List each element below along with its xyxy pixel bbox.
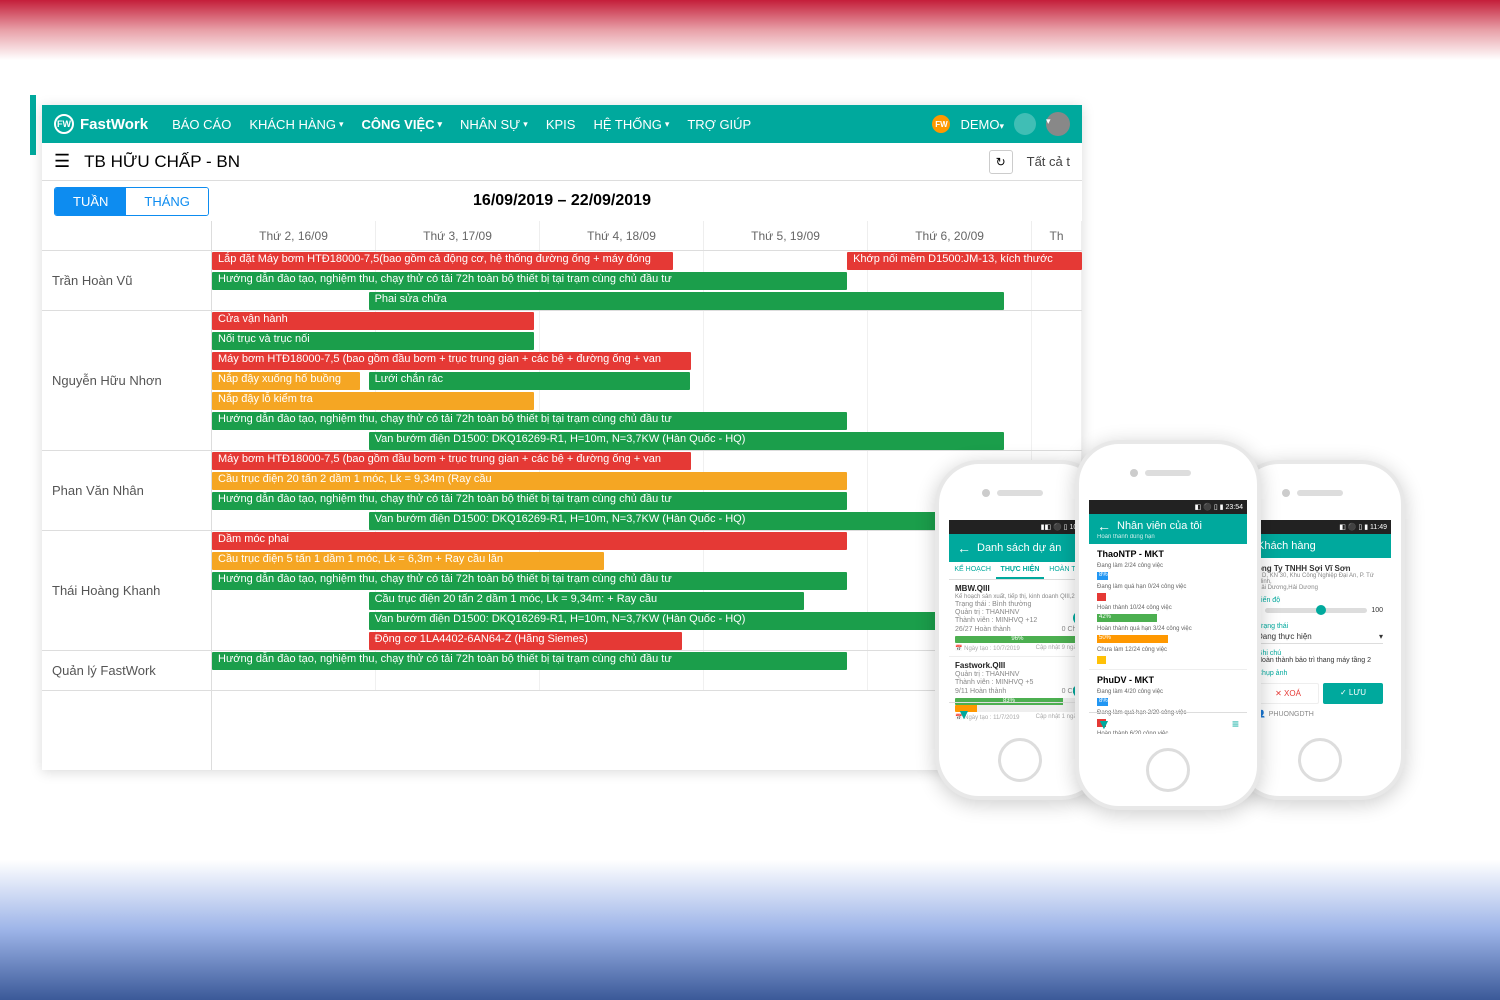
day-header: Th	[1032, 221, 1082, 250]
demo-dropdown[interactable]: DEMO	[960, 117, 1004, 132]
week-tab[interactable]: TUẦN	[55, 188, 126, 215]
phone-title: Danh sách dự án	[977, 542, 1061, 554]
brand-name: FastWork	[80, 116, 148, 133]
refresh-button[interactable]: ↻	[989, 150, 1013, 174]
day-header: Thứ 2, 16/09	[212, 221, 376, 250]
status-bar: ◧ ⚫ ▯ ▮ 23:54	[1089, 500, 1247, 514]
gantt-task[interactable]: Hướng dẫn đào tạo, nghiệm thu, chạy thử …	[212, 652, 847, 670]
menu-công việc[interactable]: CÔNG VIỆC	[362, 117, 443, 132]
photo-label[interactable]: Chụp ảnh	[1257, 670, 1383, 677]
phone-header: ← Nhân viên của tôi Hoàn thành đúng hạn	[1089, 514, 1247, 544]
menu-hệ thống[interactable]: HỆ THỐNG	[593, 117, 669, 132]
phone-header: ← Danh sách dự án	[949, 534, 1091, 562]
resource-row: Trần Hoàn Vũ	[42, 251, 211, 311]
gantt-task[interactable]: Dầm móc phai	[212, 532, 847, 550]
menu-trợ giúp[interactable]: TRỢ GIÚP	[687, 117, 751, 132]
status-select[interactable]: Đang thực hiện▾	[1257, 630, 1383, 644]
day-header: Thứ 6, 20/09	[868, 221, 1032, 250]
gantt-task[interactable]: Hướng dẫn đào tạo, nghiệm thu, chạy thử …	[212, 272, 847, 290]
sub-header: ☰ TB HỮU CHẤP - BN ↻ Tất cả t	[42, 143, 1082, 181]
filter-dropdown[interactable]: Tất cả t	[1027, 154, 1070, 169]
filter-icon[interactable]: ▼	[957, 706, 971, 722]
toolbar: TUẦN THÁNG 16/09/2019 – 22/09/2019	[42, 181, 1082, 221]
company-address: ô D, KN 30, Khu Công Nghiệp Đại An, P. T…	[1257, 573, 1383, 591]
day-header: Thứ 4, 18/09	[540, 221, 704, 250]
gantt-task[interactable]: Máy bơm HTĐ18000-7,5 (bao gồm đầu bơm + …	[212, 452, 691, 470]
project-card[interactable]: MBW.QIIIKế hoạch sản xuất, tiếp thị, kin…	[949, 580, 1091, 657]
note-text: Hoàn thành bảo trì thang máy tầng 2	[1257, 657, 1383, 664]
back-icon[interactable]: ←	[1097, 518, 1111, 534]
gantt-grid: Trần Hoàn VũNguyễn Hữu NhơnPhan Văn Nhân…	[42, 221, 1082, 770]
gantt-task[interactable]: Phai sửa chữa	[369, 292, 1004, 310]
demo-badge-icon: FW	[932, 115, 950, 133]
company-name: ông Ty TNHH Sợi Vĩ Sơn	[1257, 564, 1383, 573]
phone-tab[interactable]: THỰC HIỆN	[996, 562, 1043, 579]
gantt-task[interactable]: Hướng dẫn đào tạo, nghiệm thu, chạy thử …	[212, 412, 847, 430]
date-range: 16/09/2019 – 22/09/2019	[473, 192, 651, 210]
gantt-task[interactable]: Lưới chắn rác	[369, 372, 691, 390]
resource-row: Quản lý FastWork	[42, 651, 211, 691]
gantt-task[interactable]: Khớp nối mềm D1500:JM-13, kích thước	[847, 252, 1082, 270]
day-header: Thứ 3, 17/09	[376, 221, 540, 250]
resource-row: Nguyễn Hữu Nhơn	[42, 311, 211, 451]
phone-employees: ◧ ⚫ ▯ ▮ 23:54 ← Nhân viên của tôi Hoàn th…	[1075, 440, 1261, 810]
phone-tab[interactable]: KẾ HOẠCH	[949, 562, 996, 579]
chevron-down-icon: ▾	[1379, 632, 1383, 641]
home-button[interactable]	[998, 738, 1042, 782]
phone-title: Nhân viên của tôi	[1117, 520, 1202, 532]
filter-icon[interactable]: ▼	[1097, 716, 1111, 732]
menu-icon[interactable]: ≡	[1232, 717, 1239, 731]
gantt-task[interactable]: Cầu trục điện 20 tấn 2 dầm 1 móc, Lk = 9…	[212, 472, 847, 490]
resource-column: Trần Hoàn VũNguyễn Hữu NhơnPhan Văn Nhân…	[42, 221, 212, 770]
day-header: Thứ 5, 19/09	[704, 221, 868, 250]
topbar: FW FastWork BÁO CÁO KHÁCH HÀNG CÔNG VIỆC NH…	[42, 105, 1082, 143]
gantt-task[interactable]: Van bướm điện D1500: DKQ16269-R1, H=10m,…	[369, 432, 1004, 450]
menu-báo cáo[interactable]: BÁO CÁO	[172, 117, 231, 132]
delete-button[interactable]: ✕ XOÁ	[1257, 683, 1319, 704]
status-bar: ◧ ⚫ ▯ ▮ 11:49	[1249, 520, 1391, 534]
gantt-task[interactable]: Hướng dẫn đào tạo, nghiệm thu, chạy thử …	[212, 492, 847, 510]
notifications-icon[interactable]	[1014, 113, 1036, 135]
gantt-row: Cửa vận hành Nối trục và trục nối Máy bơm …	[212, 311, 1082, 451]
progress-slider[interactable]	[1265, 608, 1367, 613]
gantt-task[interactable]: Van bướm điện D1500: DKQ16269-R1, H=10m,…	[369, 512, 1004, 530]
resource-row: Thái Hoàng Khanh	[42, 531, 211, 651]
status-bar: ▮◧ ⚫ ▯ 10:27	[949, 520, 1091, 534]
note-label: Ghi chú	[1257, 650, 1383, 657]
phone-title: Khách hàng	[1257, 540, 1316, 552]
gantt-task[interactable]: Lắp đặt Máy bơm HTĐ18000-7,5(bao gồm cả …	[212, 252, 673, 270]
gantt-task[interactable]: Nắp đậy xuống hố buồng	[212, 372, 360, 390]
gantt-task[interactable]: Cửa vận hành	[212, 312, 534, 330]
app-window: FW FastWork BÁO CÁO KHÁCH HÀNG CÔNG VIỆC NH…	[42, 105, 1082, 770]
menu-toggle-icon[interactable]: ☰	[54, 151, 70, 172]
gantt-task[interactable]: Máy bơm HTĐ18000-7,5 (bao gồm đầu bơm + …	[212, 352, 691, 370]
home-button[interactable]	[1298, 738, 1342, 782]
menu-kpis[interactable]: KPIS	[546, 117, 576, 132]
page-title: TB HỮU CHẤP - BN	[84, 152, 975, 172]
brand-logo[interactable]: FW FastWork	[54, 114, 148, 134]
gantt-task[interactable]: Hướng dẫn đào tạo, nghiệm thu, chạy thử …	[212, 572, 847, 590]
gantt-task[interactable]: Động cơ 1LA4402-6AN64-Z (Hãng Siemes)	[369, 632, 682, 650]
view-segment: TUẦN THÁNG	[54, 187, 209, 216]
gantt-task[interactable]: Van bướm điện D1500: DKQ16269-R1, H=10m,…	[369, 612, 1004, 630]
progress-label: Tiến độ	[1257, 597, 1383, 604]
status-label: Trạng thái	[1257, 623, 1383, 630]
menu-khách hàng[interactable]: KHÁCH HÀNG	[249, 117, 343, 132]
gantt-task[interactable]: Nắp đậy lỗ kiểm tra	[212, 392, 534, 410]
employee-card[interactable]: ThaoNTP - MKTĐang làm 2/24 công việc8%Đa…	[1089, 544, 1247, 670]
gantt-row: Lắp đặt Máy bơm HTĐ18000-7,5(bao gồm cả …	[212, 251, 1082, 311]
brand-icon: FW	[54, 114, 74, 134]
resource-row: Phan Văn Nhân	[42, 451, 211, 531]
month-tab[interactable]: THÁNG	[126, 188, 208, 215]
gantt-task[interactable]: Cầu trục điện 20 tấn 2 dầm 1 móc, Lk = 9…	[369, 592, 804, 610]
save-button[interactable]: ✓ LƯU	[1323, 683, 1383, 704]
home-button[interactable]	[1146, 748, 1190, 792]
back-icon[interactable]: ←	[957, 540, 971, 556]
phone-header: Khách hàng	[1249, 534, 1391, 558]
user-avatar[interactable]	[1046, 112, 1070, 136]
gantt-task[interactable]: Cầu trục điện 5 tấn 1 dầm 1 móc, Lk = 6,…	[212, 552, 604, 570]
gantt-task[interactable]: Nối trục và trục nối	[212, 332, 534, 350]
phone-subtitle: Hoàn thành đúng hạn	[1097, 534, 1155, 540]
menu-nhân sự[interactable]: NHÂN SỰ	[460, 117, 528, 132]
